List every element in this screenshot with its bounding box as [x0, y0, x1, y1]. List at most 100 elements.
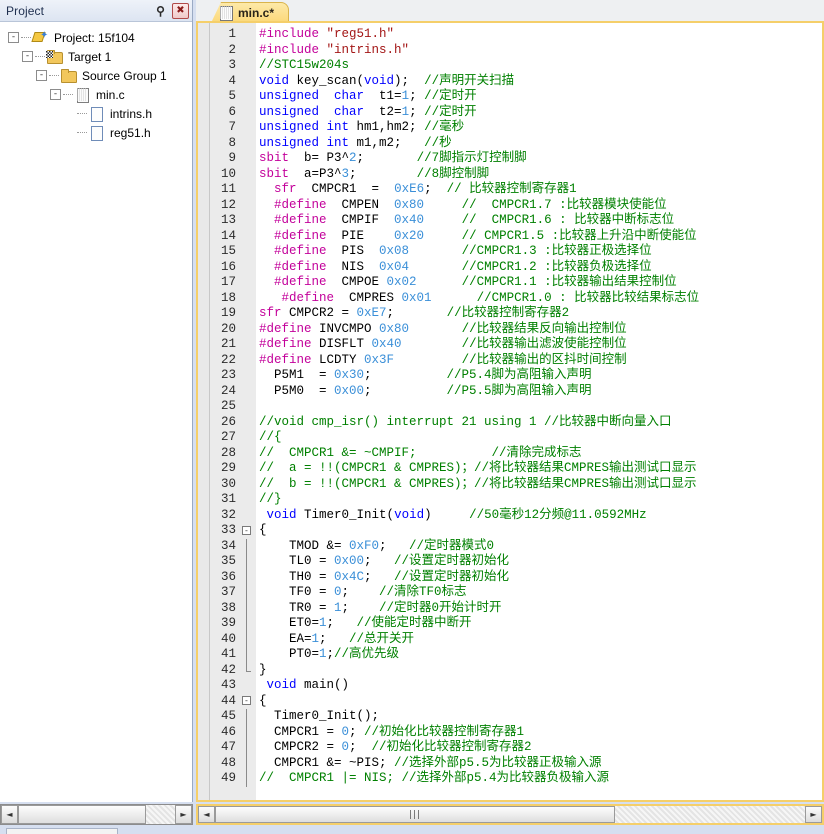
tree-item-min-c[interactable]: - min.c: [0, 85, 192, 104]
code-line[interactable]: unsigned char t1=1; //定时开: [256, 89, 822, 105]
code-line[interactable]: TMOD &= 0xF0; //定时器模式0: [256, 539, 822, 555]
line-number: 5: [228, 89, 236, 103]
code-line[interactable]: sbit a=P3^3; //8脚控制脚: [256, 167, 822, 183]
fold-marker: [240, 600, 256, 616]
code-line[interactable]: CMPCR2 = 0; //初始化比较器控制寄存器2: [256, 740, 822, 756]
tree-item-target-1[interactable]: - Target 1: [0, 47, 192, 66]
code-line[interactable]: void main(): [256, 678, 822, 694]
fold-guide-line: [246, 755, 247, 771]
code-line[interactable]: EA=1; //总开关开: [256, 632, 822, 648]
fold-marker[interactable]: -: [240, 694, 256, 710]
code-line[interactable]: #include "reg51.h": [256, 27, 822, 43]
code-line[interactable]: // CMPCR1 &= ~CMPIF; //清除完成标志: [256, 446, 822, 462]
code-line[interactable]: }: [256, 663, 822, 679]
tree-item-project-15f104[interactable]: - Project: 15f104: [0, 28, 192, 47]
tree-expander-icon[interactable]: -: [8, 32, 19, 43]
tree-item-intrins-h[interactable]: intrins.h: [0, 104, 192, 123]
code-line[interactable]: TL0 = 0x00; //设置定时器初始化: [256, 554, 822, 570]
code-line[interactable]: #include "intrins.h": [256, 43, 822, 59]
tree-expander-icon[interactable]: -: [50, 89, 61, 100]
tab-min-c[interactable]: min.c*: [211, 2, 290, 23]
code-text[interactable]: #include "reg51.h" #include "intrins.h"//…: [256, 23, 822, 800]
scroll-right-icon[interactable]: ►: [175, 805, 192, 824]
fold-collapse-icon[interactable]: -: [242, 696, 251, 705]
code-line[interactable]: #define NIS 0x04 //CMPCR1.2 :比较器负极选择位: [256, 260, 822, 276]
scroll-thumb[interactable]: [18, 805, 146, 824]
code-line[interactable]: PT0=1;//高优先级: [256, 647, 822, 663]
code-token: {: [259, 693, 267, 708]
code-token: unsigned: [259, 120, 320, 134]
code-line[interactable]: #define DISFLT 0x40 //比较器输出滤波使能控制位: [256, 337, 822, 353]
line-number: 34: [220, 538, 236, 553]
code-line[interactable]: #define CMPEN 0x80 // CMPCR1.7 :比较器模块使能位: [256, 198, 822, 214]
code-token: NIS: [326, 259, 380, 274]
code-line[interactable]: #define CMPOE 0x02 //CMPCR1.1 :比较器输出结果控制…: [256, 275, 822, 291]
code-line[interactable]: CMPCR1 &= ~PIS; //选择外部p5.5为比较器正极输入源: [256, 756, 822, 772]
code-line[interactable]: #define LCDTY 0x3F //比较器输出的区抖时间控制: [256, 353, 822, 369]
code-line[interactable]: #define CMPIF 0x40 // CMPCR1.6 : 比较器中断标志…: [256, 213, 822, 229]
code-line[interactable]: Timer0_Init();: [256, 709, 822, 725]
scroll-track[interactable]: [18, 805, 175, 824]
code-token: ;: [326, 647, 335, 661]
code-line[interactable]: CMPCR1 = 0; //初始化比较器控制寄存器1: [256, 725, 822, 741]
code-line[interactable]: P5M1 = 0x30; //P5.4脚为高阻输入声明: [256, 368, 822, 384]
project-tree[interactable]: - Project: 15f104 - Target 1 - Source Group 1…: [0, 22, 192, 802]
code-line[interactable]: //{: [256, 430, 822, 446]
close-icon[interactable]: ✖: [172, 2, 189, 19]
code-line[interactable]: //}: [256, 492, 822, 508]
code-line[interactable]: #define CMPRES 0x01 //CMPCR1.0 : 比较器比较结果…: [256, 291, 822, 307]
code-line[interactable]: // CMPCR1 |= NIS; //选择外部p5.4为比较器负极输入源: [256, 771, 822, 787]
code-token: ;: [341, 600, 380, 615]
code-token: sfr: [274, 182, 297, 196]
pin-icon[interactable]: ⚲: [152, 3, 169, 19]
code-token: //定时器0开始计时开: [379, 600, 502, 615]
code-line[interactable]: //void cmp_isr() interrupt 21 using 1 //…: [256, 415, 822, 431]
tree-item-reg51-h[interactable]: reg51.h: [0, 123, 192, 142]
code-line[interactable]: {: [256, 694, 822, 710]
fold-collapse-icon[interactable]: -: [242, 525, 251, 535]
code-line[interactable]: TR0 = 1; //定时器0开始计时开: [256, 601, 822, 617]
project-horizontal-scrollbar[interactable]: ◄ ►: [0, 804, 193, 825]
code-line[interactable]: sfr CMPCR2 = 0xE7; //比较器控制寄存器2: [256, 306, 822, 322]
tree-expander-icon[interactable]: -: [36, 70, 47, 81]
code-line[interactable]: void Timer0_Init(void) //50毫秒12分频@11.059…: [256, 508, 822, 524]
tree-expander-icon[interactable]: -: [22, 51, 33, 62]
fold-guide-line: [246, 554, 247, 570]
code-line[interactable]: ET0=1; //使能定时器中断开: [256, 616, 822, 632]
code-line[interactable]: unsigned char t2=1; //定时开: [256, 105, 822, 121]
code-line[interactable]: P5M0 = 0x00; //P5.5脚为高阻输入声明: [256, 384, 822, 400]
code-line[interactable]: TH0 = 0x4C; //设置定时器初始化: [256, 570, 822, 586]
scroll-right-icon[interactable]: ►: [805, 806, 822, 823]
line-number: 15: [220, 244, 236, 258]
tree-item-source-group-1[interactable]: - Source Group 1: [0, 66, 192, 85]
code-line[interactable]: unsigned int hm1,hm2; //毫秒: [256, 120, 822, 136]
code-line[interactable]: // b = !!(CMPCR1 & CMPRES)；//将比较器结果CMPRE…: [256, 477, 822, 493]
scroll-track[interactable]: |||: [215, 806, 805, 823]
fold-marker[interactable]: -: [240, 523, 256, 539]
code-line[interactable]: #define INVCMPO 0x80 //比较器结果反向输出控制位: [256, 322, 822, 338]
scroll-left-icon[interactable]: ◄: [198, 806, 215, 823]
code-line[interactable]: sfr CMPCR1 = 0xE6; // 比较器控制寄存器1: [256, 182, 822, 198]
scroll-thumb[interactable]: |||: [215, 806, 615, 823]
fold-marker: [240, 322, 256, 338]
code-line[interactable]: unsigned int m1,m2; //秒: [256, 136, 822, 152]
code-token: //设置定时器初始化: [394, 569, 510, 584]
code-line[interactable]: TF0 = 0; //清除TF0标志: [256, 585, 822, 601]
line-number: 42: [220, 662, 236, 677]
code-line[interactable]: {: [256, 523, 822, 539]
code-editor[interactable]: 1 2 3 4 5 6 7 8 9 10 11 12 13 14 15 16 17 18 19 20 21 22 23 24 2…: [196, 23, 824, 802]
code-line[interactable]: #define PIS 0x08 //CMPCR1.3 :比较器正极选择位: [256, 244, 822, 260]
code-line[interactable]: // a = !!(CMPCR1 & CMPRES)；//将比较器结果CMPRE…: [256, 461, 822, 477]
code-line[interactable]: //STC15w204s: [256, 58, 822, 74]
scroll-left-icon[interactable]: ◄: [1, 805, 18, 824]
code-token: //定时开: [424, 89, 477, 103]
code-line[interactable]: [256, 399, 822, 415]
editor-horizontal-scrollbar[interactable]: ◄ ||| ►: [196, 804, 824, 825]
code-line[interactable]: sbit b= P3^2; //7脚指示灯控制脚: [256, 151, 822, 167]
code-folding-margin[interactable]: --: [240, 23, 256, 800]
editor-left-margin: [198, 23, 210, 800]
code-line[interactable]: void key_scan(void); //声明开关扫描: [256, 74, 822, 90]
code-line[interactable]: #define PIE 0x20 // CMPCR1.5 :比较器上升沿中断使能…: [256, 229, 822, 245]
fold-guide-line: [246, 569, 247, 585]
